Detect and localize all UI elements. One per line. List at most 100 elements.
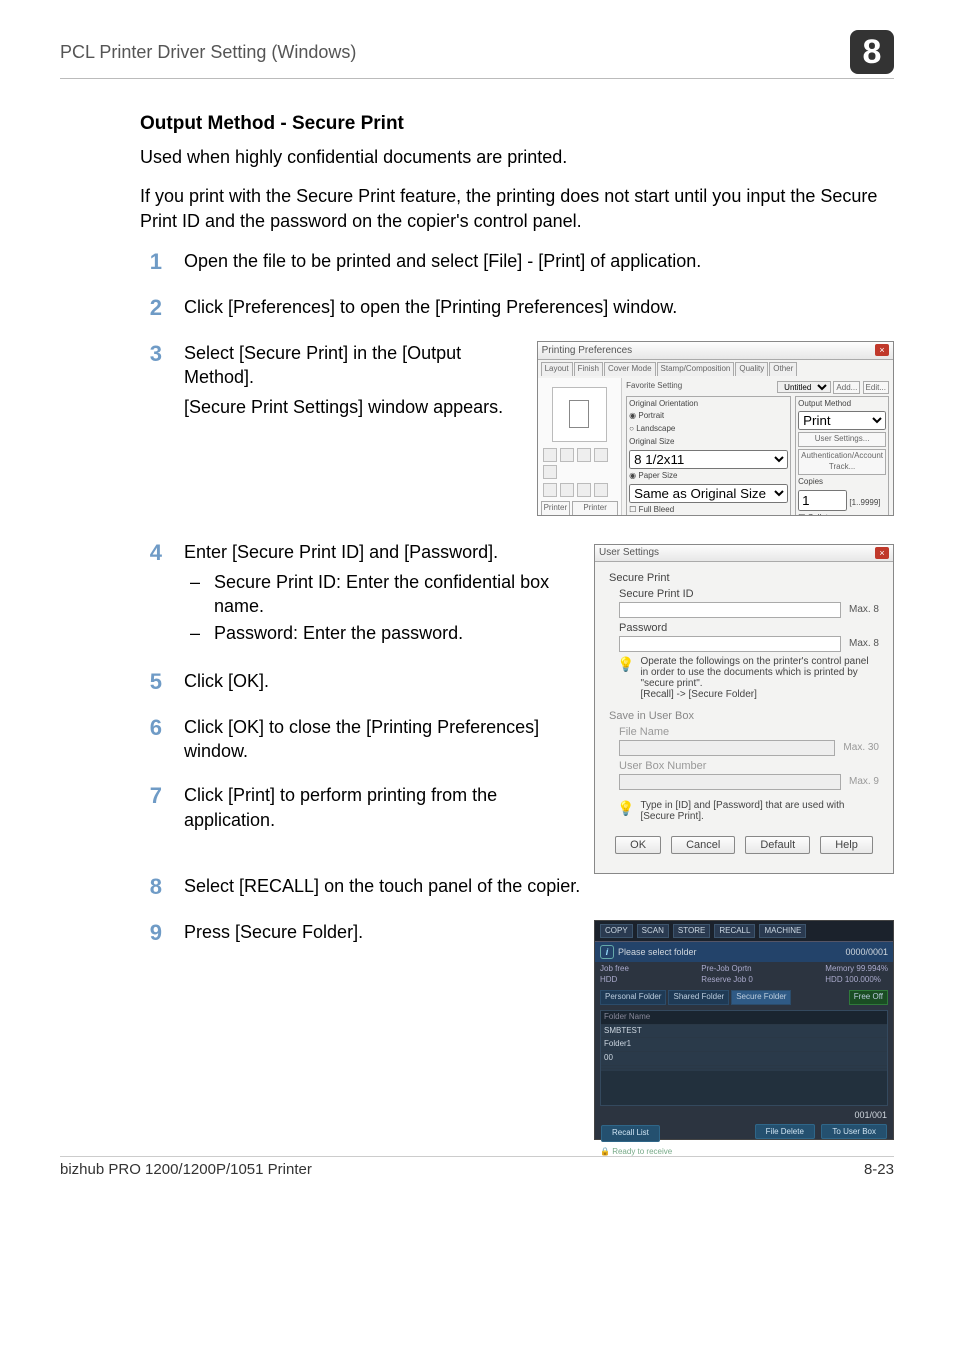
step-number: 8 [140, 874, 162, 900]
favorite-label: Favorite Setting [626, 381, 682, 394]
step-text: Click [OK]. [184, 669, 582, 695]
max-hint: Max. 9 [849, 776, 879, 787]
landscape-radio[interactable]: Landscape [636, 424, 675, 433]
lightbulb-icon: 💡 [617, 656, 634, 673]
intro-paragraph-2: If you print with the Secure Print featu… [140, 184, 894, 234]
dialog-title: Printing Preferences [542, 344, 633, 358]
paper-preview [552, 387, 607, 442]
list-header: Folder Name [601, 1011, 887, 1024]
tab[interactable]: Finish [574, 362, 603, 376]
panel-tab[interactable]: COPY [600, 924, 633, 939]
ok-button[interactable]: OK [615, 836, 661, 854]
chapter-number: 8 [850, 30, 894, 74]
panel-tab[interactable]: MACHINE [759, 924, 806, 939]
favorite-select[interactable]: Untitled [777, 381, 831, 393]
step-number: 6 [140, 715, 162, 764]
preview-icon-row [543, 448, 617, 479]
step-number: 2 [140, 295, 162, 321]
step-number: 5 [140, 669, 162, 695]
secure-id-input[interactable] [619, 602, 841, 618]
list-item[interactable] [601, 1068, 887, 1071]
tab[interactable]: Cover Mode [604, 362, 656, 376]
step-text: Open the file to be printed and select [… [184, 249, 894, 275]
list-item[interactable]: Folder1 [601, 1037, 887, 1051]
page-indicator: 001/001 [854, 1109, 887, 1121]
header-rule [60, 78, 894, 79]
step-text: Select [Secure Print] in the [Output Met… [184, 341, 525, 390]
section-title: Output Method - Secure Print [140, 113, 894, 135]
recall-list-button[interactable]: Recall List [601, 1125, 660, 1142]
page-header-title: PCL Printer Driver Setting (Windows) [60, 42, 356, 63]
meta-label: Reserve Job 0 [701, 975, 753, 984]
tip-text: Operate the followings on the printer's … [640, 656, 879, 689]
close-icon[interactable]: × [875, 547, 889, 559]
info-icon: i [600, 945, 614, 959]
folder-tab[interactable]: Shared Folder [668, 990, 729, 1005]
step-subtext: [Secure Print Settings] window appears. [184, 395, 525, 419]
close-icon[interactable]: × [875, 344, 889, 356]
printing-preferences-dialog: Printing Preferences × Layout Finish Cov… [537, 341, 894, 516]
user-settings-dialog: User Settings × Secure Print Secure Prin… [594, 544, 894, 874]
counter: 0000/0001 [845, 946, 888, 958]
help-button[interactable]: Help [820, 836, 873, 854]
collate-check[interactable]: Collate [808, 513, 833, 516]
default-button[interactable]: Default [745, 836, 810, 854]
step-number: 7 [140, 783, 162, 832]
edit-button[interactable]: Edit... [863, 381, 889, 394]
free-off-button[interactable]: Free Off [849, 990, 888, 1005]
field-label: Password [619, 622, 879, 634]
paper-sheet-icon [569, 400, 589, 428]
orientation-label: Original Orientation [629, 399, 788, 410]
field-label: Secure Print ID [619, 588, 879, 600]
output-method-select[interactable]: Print [798, 411, 886, 430]
copier-touch-panel: COPY SCAN STORE RECALL MACHINE i [594, 920, 894, 1140]
user-settings-button[interactable]: User Settings... [798, 432, 886, 447]
printer-info-button[interactable]: Printer Information [572, 501, 618, 516]
folder-tab[interactable]: Personal Folder [600, 990, 666, 1005]
lightbulb-icon: 💡 [617, 800, 634, 817]
step-number: 3 [140, 341, 162, 520]
footer-page-number: 8-23 [864, 1161, 894, 1178]
meta-label: HDD [600, 975, 617, 984]
auth-button[interactable]: Authentication/Account Track... [798, 449, 886, 475]
list-item[interactable]: SMBTEST [601, 1024, 887, 1038]
tab[interactable]: Stamp/Composition [657, 362, 735, 376]
meta-label: Memory [825, 964, 854, 973]
max-hint: Max. 30 [843, 742, 879, 753]
paper-size-label: Paper Size [638, 471, 677, 480]
meta-label: HDD [825, 975, 842, 984]
list-item[interactable]: 00 [601, 1051, 887, 1065]
footer-product: bizhub PRO 1200/1200P/1051 Printer [60, 1161, 312, 1178]
tab[interactable]: Other [769, 362, 797, 376]
printer-view-button[interactable]: Printer View [541, 501, 571, 516]
folder-tab[interactable]: Secure Folder [731, 990, 791, 1005]
file-name-input [619, 740, 835, 756]
file-delete-button[interactable]: File Delete [755, 1124, 815, 1139]
tab[interactable]: Layout [541, 362, 573, 376]
paper-size-select[interactable]: Same as Original Size [629, 484, 788, 503]
box-number-input [619, 774, 841, 790]
meta-value: 99.994% [856, 964, 888, 973]
portrait-radio[interactable]: Portrait [638, 411, 664, 420]
orig-size-label: Original Size [629, 437, 788, 448]
output-method-label: Output Method [798, 399, 886, 410]
step-text: Click [OK] to close the [Printing Prefer… [184, 715, 582, 764]
meta-label: Job free [600, 964, 629, 973]
full-bleed-check[interactable]: Full Bleed [639, 505, 675, 514]
copies-input[interactable] [798, 490, 847, 511]
step-number: 4 [140, 540, 162, 649]
to-user-box-button[interactable]: To User Box [821, 1124, 887, 1139]
tab[interactable]: Quality [735, 362, 768, 376]
max-hint: Max. 8 [849, 604, 879, 615]
tip-path: [Recall] -> [Secure Folder] [640, 689, 879, 700]
cancel-button[interactable]: Cancel [671, 836, 735, 854]
orig-size-select[interactable]: 8 1/2x11 [629, 450, 788, 469]
field-label: File Name [619, 726, 879, 738]
panel-tab[interactable]: STORE [673, 924, 710, 939]
password-input[interactable] [619, 636, 841, 652]
panel-tab[interactable]: RECALL [714, 924, 755, 939]
step-bullet: Secure Print ID: Enter the confidential … [184, 570, 582, 619]
add-button[interactable]: Add... [833, 381, 860, 394]
panel-tab[interactable]: SCAN [637, 924, 669, 939]
tip-text: Type in [ID] and [Password] that are use… [640, 800, 879, 822]
